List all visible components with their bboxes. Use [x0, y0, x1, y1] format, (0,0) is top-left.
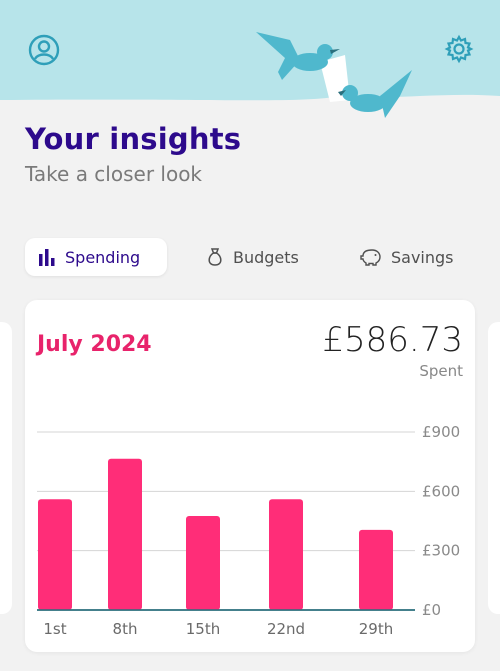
tab-spending[interactable]: Spending: [25, 238, 167, 276]
tab-savings-label: Savings: [391, 247, 454, 267]
profile-button[interactable]: [28, 34, 60, 66]
header-illustration: [0, 0, 500, 118]
spending-bar[interactable]: [108, 458, 142, 610]
tab-savings[interactable]: Savings: [347, 238, 475, 276]
settings-button[interactable]: [444, 34, 474, 64]
page-subtitle: Take a closer look: [25, 162, 203, 186]
insights-tabs: Spending Budgets Savings: [25, 238, 475, 276]
tab-spending-label: Spending: [65, 247, 141, 267]
spending-card: July 2024 £586.73 Spent £0 £300 £600 £900 1…: [25, 300, 475, 652]
x-tick-label: 15th: [186, 620, 220, 638]
y-tick-label: £0: [422, 601, 441, 619]
user-circle-icon: [28, 34, 60, 66]
tab-budgets-label: Budgets: [233, 247, 299, 267]
y-tick-label: £600: [422, 482, 460, 500]
y-tick-label: £900: [422, 423, 460, 441]
x-tick-label: 29th: [359, 620, 393, 638]
bar-chart-icon: [39, 249, 55, 266]
spending-bar[interactable]: [38, 499, 72, 610]
x-tick-label: 8th: [113, 620, 138, 638]
gear-icon: [444, 34, 474, 64]
x-tick-label: 1st: [43, 620, 66, 638]
page-title: Your insights: [25, 122, 242, 156]
header: [0, 0, 500, 120]
tab-budgets[interactable]: Budgets: [193, 238, 313, 276]
piggy-bank-icon: [360, 249, 381, 266]
y-tick-label: £300: [422, 542, 460, 560]
money-bag-icon: [208, 248, 222, 266]
spending-bar[interactable]: [186, 516, 220, 610]
title-block: Your insights Take a closer look: [25, 122, 241, 186]
next-month-card-peek[interactable]: [488, 322, 500, 614]
spending-bar[interactable]: [269, 499, 303, 610]
x-tick-label: 22nd: [267, 620, 305, 638]
spending-bar[interactable]: [359, 529, 393, 610]
previous-month-card-peek[interactable]: [0, 322, 12, 614]
spending-chart: £0 £300 £600 £900 1st 8th 15th 22nd 29th: [37, 423, 460, 638]
